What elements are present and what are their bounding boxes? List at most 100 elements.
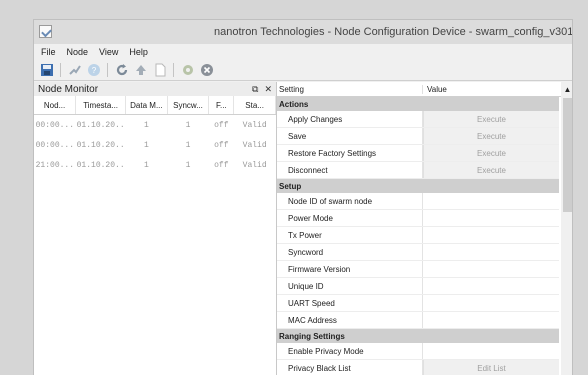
setting-value[interactable] [423,312,559,328]
setting-label: Syncword [277,244,423,260]
setting-label: UART Speed [277,295,423,311]
table-cell: 21:00... [35,160,75,170]
execute-button[interactable]: Execute [423,145,559,161]
column-header[interactable]: F... [208,96,235,115]
column-header[interactable]: Nod... [34,96,77,115]
table-cell: 01.10.20... [76,120,126,130]
setting-value[interactable] [423,261,559,277]
setting-label: Node ID of swarm node [277,193,423,209]
toolbar-separator [60,63,61,77]
setting-label: Power Mode [277,210,423,226]
toolbar-separator [173,63,174,77]
execute-button[interactable]: Execute [423,111,559,127]
execute-button[interactable]: Execute [423,162,559,178]
setting-row[interactable]: UART Speed [277,295,559,312]
setting-row[interactable]: Node ID of swarm node [277,193,559,210]
setting-row[interactable]: Save Execute [277,128,559,145]
settings-panel: Setting Value Actions Apply Changes Execu… [277,82,572,375]
setting-label: Tx Power [277,227,423,243]
vertical-scrollbar[interactable]: ▲ [561,82,572,375]
app-window: nanotron Technologies - Node Configurati… [33,19,573,375]
node-monitor-table: Nod... Timesta... Data M... Syncw... F..… [34,96,276,175]
setting-value[interactable] [423,244,559,260]
execute-button[interactable]: Execute [423,128,559,144]
toolbar-separator [107,63,108,77]
setting-label: Privacy Black List [277,360,423,375]
table-cell: off [214,120,229,130]
column-header[interactable]: Sta... [233,96,276,115]
setting-row[interactable]: Disconnect Execute [277,162,559,179]
scroll-up-icon[interactable]: ▲ [561,82,572,96]
svg-text:?: ? [91,66,96,75]
setting-row[interactable]: Restore Factory Settings Execute [277,145,559,162]
setting-value[interactable] [423,343,559,359]
setting-row[interactable]: Firmware Version [277,261,559,278]
app-icon [39,25,52,38]
table-cell: 1 [185,120,191,130]
menu-bar: File Node View Help [34,44,572,60]
column-header[interactable]: Data M... [125,96,168,115]
settings-gear-icon[interactable] [180,63,195,78]
setting-row[interactable]: MAC Address [277,312,559,329]
setting-value[interactable] [423,278,559,294]
setting-column-header[interactable]: Setting [277,84,423,94]
table-cell: 1 [143,160,149,170]
node-monitor-title: Node Monitor [38,83,99,95]
column-header[interactable]: Timesta... [75,96,127,115]
title-bar: nanotron Technologies - Node Configurati… [34,20,572,44]
close-icon[interactable]: ✕ [264,84,272,95]
setting-row[interactable]: Syncword [277,244,559,261]
setting-value[interactable] [423,193,559,209]
table-row[interactable]: 00:00... 01.10.20... 1 1 off Valid [34,135,276,155]
table-cell: 01.10.20... [76,140,126,150]
setting-row[interactable]: Apply Changes Execute [277,111,559,128]
save-icon[interactable] [39,63,54,78]
table-cell: 1 [143,120,149,130]
category-setup: Setup [277,179,559,193]
document-icon[interactable] [152,63,167,78]
table-cell: 1 [143,140,149,150]
help-icon[interactable]: ? [86,63,101,78]
settings-list: Actions Apply Changes Execute Save Execute… [277,97,559,375]
table-cell: Valid [242,120,267,130]
table-cell: 1 [185,140,191,150]
setting-label: Unique ID [277,278,423,294]
setting-value[interactable] [423,227,559,243]
value-column-header[interactable]: Value [423,85,447,94]
setting-row[interactable]: Power Mode [277,210,559,227]
table-cell: 01.10.20... [76,160,126,170]
connect-icon[interactable] [67,63,82,78]
table-row[interactable]: 00:00... 01.10.20... 1 1 off Valid [34,115,276,136]
menu-help[interactable]: Help [129,47,148,57]
refresh-icon[interactable] [114,63,129,78]
setting-value[interactable] [423,210,559,226]
table-row[interactable]: 21:00... 01.10.20... 1 1 off Valid [34,155,276,175]
table-cell: Valid [242,160,267,170]
node-monitor-header: Node Monitor ⧉ ✕ [34,82,276,96]
category-actions: Actions [277,97,559,111]
edit-list-button[interactable]: Edit List [423,360,559,375]
menu-file[interactable]: File [41,47,56,57]
float-icon[interactable]: ⧉ [252,84,258,95]
setting-row[interactable]: Tx Power [277,227,559,244]
setting-row[interactable]: Unique ID [277,278,559,295]
menu-node[interactable]: Node [67,47,89,57]
setting-label: Firmware Version [277,261,423,277]
setting-label: Apply Changes [277,111,423,127]
setting-label: Restore Factory Settings [277,145,423,161]
setting-value[interactable] [423,295,559,311]
table-cell: off [214,140,229,150]
category-ranging-settings: Ranging Settings [277,329,559,343]
setting-row[interactable]: Enable Privacy Mode [277,343,559,360]
table-cell: Valid [242,140,267,150]
upload-icon[interactable] [133,63,148,78]
scrollbar-thumb[interactable] [563,98,572,212]
table-header-row: Nod... Timesta... Data M... Syncw... F..… [34,96,276,115]
setting-label: Enable Privacy Mode [277,343,423,359]
column-header[interactable]: Syncw... [167,96,210,115]
menu-view[interactable]: View [99,47,118,57]
setting-label: Save [277,128,423,144]
stop-icon[interactable] [199,63,214,78]
window-title: nanotron Technologies - Node Configurati… [214,26,573,38]
setting-row[interactable]: Privacy Black List Edit List [277,360,559,375]
